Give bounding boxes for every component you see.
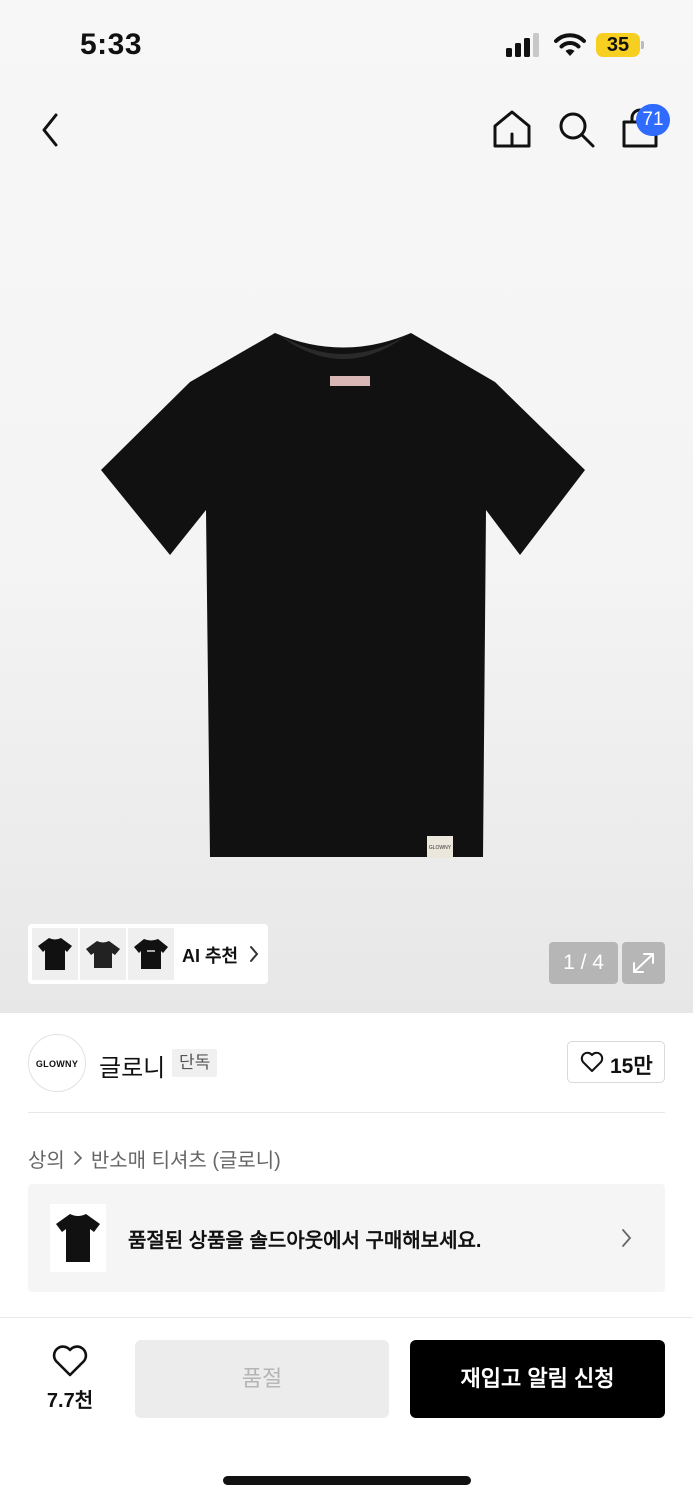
battery-level: 35 [596, 33, 640, 57]
tshirt-icon [56, 1214, 100, 1262]
top-navigation [0, 95, 693, 165]
divider [28, 1112, 665, 1113]
bottom-bar-divider [0, 1317, 693, 1318]
product-image: GLOWNY [101, 333, 585, 858]
breadcrumb: 상의 반소매 티셔츠 (글로니) [28, 1144, 281, 1172]
heart-icon [580, 1051, 604, 1072]
chevron-right-icon [74, 1151, 82, 1165]
brand-like-count: 15만 [610, 1055, 653, 1078]
home-icon[interactable] [490, 107, 534, 151]
cart-count-badge: 71 [636, 104, 670, 136]
image-page-indicator: 1 / 4 [549, 942, 618, 984]
soldout-banner[interactable]: 품절된 상품을 솔드아웃에서 구매해보세요. [28, 1184, 665, 1292]
recommend-thumb-1[interactable] [32, 928, 78, 980]
brand-logo[interactable]: GLOWNY [28, 1034, 86, 1092]
battery-icon: 35 [596, 33, 644, 57]
breadcrumb-item-subcategory[interactable]: 반소매 티셔츠 (글로니) [91, 1144, 281, 1173]
breadcrumb-item-category[interactable]: 상의 [28, 1144, 65, 1173]
restock-alert-button[interactable]: 재입고 알림 신청 [410, 1340, 665, 1418]
soldout-thumb [50, 1204, 106, 1272]
heart-icon [52, 1345, 88, 1377]
soldout-banner-text: 품절된 상품을 솔드아웃에서 구매해보세요. [128, 1230, 482, 1252]
brand-row: GLOWNY 글로니 단독 15만 [28, 1034, 665, 1092]
wish-count: 7.7천 [46, 1390, 94, 1412]
brand-name[interactable]: 글로니 [99, 1048, 165, 1083]
recommend-thumb-3[interactable] [128, 928, 174, 980]
soldout-button: 품절 [135, 1340, 389, 1418]
status-time: 5:33 [80, 28, 143, 61]
back-icon[interactable] [36, 110, 66, 150]
status-bar: 5:33 35 [0, 0, 693, 90]
tshirt-icon [86, 941, 120, 968]
ai-recommend-label: AI 추천 [182, 946, 239, 966]
tshirt-icon [38, 938, 72, 970]
wish-button[interactable]: 7.7천 [40, 1342, 100, 1412]
expand-icon [633, 953, 654, 973]
product-label-text: GLOWNY [429, 845, 452, 851]
tshirt-icon [134, 939, 168, 969]
chevron-right-icon [250, 946, 259, 962]
recommend-thumb-2[interactable] [80, 928, 126, 980]
search-icon[interactable] [554, 107, 598, 151]
home-indicator [223, 1476, 471, 1485]
brand-like-button[interactable]: 15만 [567, 1041, 665, 1083]
chevron-right-icon [622, 1229, 632, 1247]
expand-image-button[interactable] [622, 942, 665, 984]
wifi-icon [554, 33, 586, 56]
exclusive-badge: 단독 [172, 1049, 218, 1077]
ai-recommend-box[interactable]: AI 추천 [28, 924, 268, 984]
cellular-signal-icon [506, 33, 539, 57]
